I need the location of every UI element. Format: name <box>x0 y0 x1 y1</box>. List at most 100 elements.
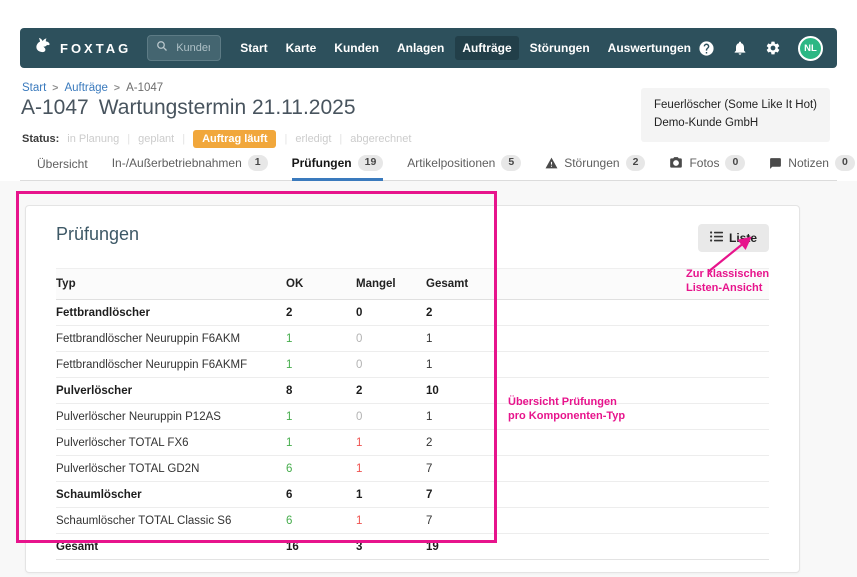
cell-mangel: 1 <box>356 508 426 534</box>
status-step-erledigt: erledigt <box>295 133 331 145</box>
status-separator: | <box>339 133 342 145</box>
nav-item-auswertungen[interactable]: Auswertungen <box>601 36 698 60</box>
cell-typ: Fettbrandlöscher Neuruppin F6AKMF <box>56 352 286 378</box>
top-navigation-bar: FOXTAG StartKarteKundenAnlagenAufträgeSt… <box>20 28 837 68</box>
cell-ok: 8 <box>286 378 356 404</box>
tab-count-badge: 19 <box>358 155 384 171</box>
cell-typ: Schaumlöscher TOTAL Classic S6 <box>56 508 286 534</box>
tab-label: Artikelpositionen <box>407 156 495 170</box>
breadcrumb-item-start[interactable]: Start <box>22 82 46 94</box>
cell-typ: Pulverlöscher TOTAL GD2N <box>56 456 286 482</box>
cell-gesamt: 2 <box>426 300 769 326</box>
cell-mangel: 1 <box>356 456 426 482</box>
user-avatar[interactable]: NL <box>798 36 823 61</box>
cell-typ: Gesamt <box>56 534 286 560</box>
customer-info-box: Feuerlöscher (Some Like It Hot) Demo-Kun… <box>641 88 830 142</box>
order-id: A-1047 <box>21 96 89 119</box>
table-row-schaumlöscher-total-classic-s6: Schaumlöscher TOTAL Classic S6617 <box>56 508 769 534</box>
cell-gesamt: 1 <box>426 326 769 352</box>
tab-label: Prüfungen <box>292 156 352 170</box>
cell-mangel: 0 <box>356 404 426 430</box>
cell-typ: Pulverlöscher TOTAL FX6 <box>56 430 286 456</box>
nav-item-anlagen[interactable]: Anlagen <box>390 36 451 60</box>
pruefungen-table: TypOKMangelGesamt Fettbrandlöscher202Fet… <box>56 268 769 560</box>
status-badge-active: Auftrag läuft <box>193 130 276 148</box>
topbar-actions: NL <box>698 36 823 61</box>
status-separator: | <box>127 133 130 145</box>
tab-störungen[interactable]: Störungen2 <box>545 155 645 180</box>
page-title: A-1047Wartungstermin 21.11.2025 <box>21 96 356 120</box>
list-view-button-label: Liste <box>729 231 757 245</box>
table-row-fettbrandlöscher-neuruppin-f6akmf: Fettbrandlöscher Neuruppin F6AKMF101 <box>56 352 769 378</box>
cell-mangel: 1 <box>356 482 426 508</box>
tab-prüfungen[interactable]: Prüfungen 19 <box>292 155 384 180</box>
cell-gesamt: 7 <box>426 482 769 508</box>
breadcrumb-separator: > <box>52 82 58 94</box>
chat-icon <box>769 157 782 170</box>
column-header-gesamt: Gesamt <box>426 269 769 300</box>
table-row-pulverlöscher-total-gd2n: Pulverlöscher TOTAL GD2N617 <box>56 456 769 482</box>
list-icon <box>710 231 723 245</box>
status-step-abgerechnet: abgerechnet <box>350 133 411 145</box>
cell-mangel: 0 <box>356 326 426 352</box>
list-view-button[interactable]: Liste <box>698 224 769 252</box>
nav-item-kunden[interactable]: Kunden <box>327 36 386 60</box>
tab-label: In-/Außerbetriebnahmen <box>112 156 242 170</box>
cell-mangel: 3 <box>356 534 426 560</box>
bell-icon[interactable] <box>732 40 748 56</box>
search-box[interactable] <box>147 35 221 61</box>
breadcrumb-item-aufträge[interactable]: Aufträge <box>64 82 107 94</box>
customer-name: Feuerlöscher (Some Like It Hot) <box>654 97 817 115</box>
cell-typ: Fettbrandlöscher <box>56 300 286 326</box>
cell-ok: 16 <box>286 534 356 560</box>
tab-in-außerbetriebnahmen[interactable]: In-/Außerbetriebnahmen 1 <box>112 155 268 180</box>
cell-ok: 1 <box>286 326 356 352</box>
table-row-fettbrandlöscher: Fettbrandlöscher202 <box>56 300 769 326</box>
tab-label: Fotos <box>689 156 719 170</box>
table-header-row: TypOKMangelGesamt <box>56 269 769 300</box>
cell-gesamt: 7 <box>426 508 769 534</box>
column-header-ok: OK <box>286 269 356 300</box>
cell-gesamt: 2 <box>426 430 769 456</box>
tab-übersicht[interactable]: Übersicht <box>37 157 88 180</box>
tab-label: Übersicht <box>37 157 88 171</box>
cell-ok: 1 <box>286 352 356 378</box>
search-input[interactable] <box>174 41 212 55</box>
cell-ok: 1 <box>286 404 356 430</box>
tab-count-badge: 1 <box>248 155 268 171</box>
table-row-pulverlöscher-total-fx6: Pulverlöscher TOTAL FX6112 <box>56 430 769 456</box>
column-header-typ: Typ <box>56 269 286 300</box>
nav-item-störungen[interactable]: Störungen <box>523 36 597 60</box>
table-row-schaumlöscher: Schaumlöscher617 <box>56 482 769 508</box>
tab-fotos[interactable]: Fotos0 <box>669 155 745 180</box>
warning-icon <box>545 157 558 169</box>
nav-item-karte[interactable]: Karte <box>279 36 324 60</box>
nav-item-start[interactable]: Start <box>233 36 274 60</box>
status-separator: | <box>182 133 185 145</box>
cell-gesamt: 1 <box>426 404 769 430</box>
cell-gesamt: 10 <box>426 378 769 404</box>
status-label: Status: <box>22 133 59 145</box>
breadcrumb: Start>Aufträge>A-1047 <box>22 82 163 94</box>
tab-bar: Übersicht In-/Außerbetriebnahmen 1 Prüfunge… <box>20 150 837 181</box>
help-icon[interactable] <box>698 40 715 57</box>
table-row-gesamt: Gesamt16319 <box>56 534 769 560</box>
cell-gesamt: 1 <box>426 352 769 378</box>
table-row-pulverlöscher: Pulverlöscher8210 <box>56 378 769 404</box>
nav-item-aufträge[interactable]: Aufträge <box>455 36 518 60</box>
tab-notizen[interactable]: Notizen0 <box>769 155 855 180</box>
page-body: Prüfungen Liste TypOKMangelGesamt Fettbr… <box>0 181 857 577</box>
brand-logo[interactable]: FOXTAG <box>34 36 131 60</box>
cell-typ: Fettbrandlöscher Neuruppin F6AKM <box>56 326 286 352</box>
cell-mangel: 0 <box>356 300 426 326</box>
brand-name: FOXTAG <box>60 41 131 56</box>
customer-company: Demo-Kunde GmbH <box>654 115 817 133</box>
cell-gesamt: 19 <box>426 534 769 560</box>
tab-artikelpositionen[interactable]: Artikelpositionen5 <box>407 155 521 180</box>
gear-icon[interactable] <box>765 40 781 56</box>
cell-typ: Pulverlöscher <box>56 378 286 404</box>
status-step-geplant: geplant <box>138 133 174 145</box>
search-icon <box>156 39 168 57</box>
cell-ok: 2 <box>286 300 356 326</box>
cell-mangel: 1 <box>356 430 426 456</box>
